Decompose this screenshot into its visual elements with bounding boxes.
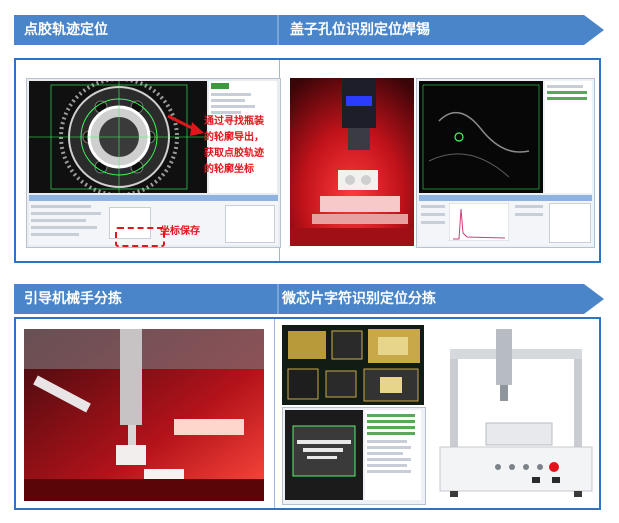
soldering-station-image bbox=[290, 78, 414, 246]
save-annotation: 坐标保存 bbox=[160, 226, 200, 237]
hole-detection-image bbox=[419, 81, 543, 193]
histogram-chart bbox=[449, 203, 509, 241]
contour-annotation-line1: 通过寻找瓶装 bbox=[204, 116, 264, 127]
lid-hole-software-screenshot bbox=[416, 78, 595, 248]
annotation-arrow-icon bbox=[167, 114, 204, 136]
bottom-panel bbox=[14, 317, 601, 510]
robot-arm-image bbox=[24, 329, 264, 501]
coordinate-save-highlight bbox=[115, 227, 165, 247]
banner-dispensing-trajectory: 点胶轨迹定位 盖子孔位识别定位焊锡 bbox=[14, 15, 604, 45]
ocr-results-list bbox=[365, 410, 421, 500]
hole-form-area bbox=[419, 195, 592, 245]
contour-annotation-line3: 获取点胶轨迹 bbox=[204, 148, 264, 159]
banner-title-left: 点胶轨迹定位 bbox=[24, 22, 108, 38]
robot-arm-photo bbox=[24, 329, 264, 501]
top-panel: 通过寻找瓶装 的轮廓导出， 获取点胶轨迹 的轮廓坐标 坐标保存 bbox=[14, 58, 601, 263]
contour-annotation-line2: 的轮廓导出， bbox=[204, 132, 264, 143]
contour-annotation: 通过寻找瓶装 的轮廓导出， 获取点胶轨迹 的轮廓坐标 bbox=[204, 114, 284, 178]
hole-camera-view bbox=[419, 81, 543, 193]
gantry-machine-photo bbox=[436, 327, 596, 505]
chip-grid-image bbox=[282, 325, 424, 405]
chip-ocr-software-screenshot bbox=[282, 407, 426, 505]
gantry-machine-image bbox=[439, 329, 593, 497]
panel-divider bbox=[274, 319, 275, 508]
chip-ocr-image bbox=[285, 410, 363, 500]
banner-title-left: 引导机械手分拣 bbox=[24, 291, 122, 307]
banner-title-right: 盖子孔位识别定位焊锡 bbox=[290, 22, 430, 38]
chip-samples-photo bbox=[282, 325, 424, 405]
lid-hole-photo bbox=[290, 78, 414, 246]
banner-title-right: 微芯片字符识别定位分拣 bbox=[282, 291, 436, 307]
ocr-camera-view bbox=[285, 410, 363, 500]
contour-annotation-line4: 的轮廓坐标 bbox=[204, 164, 254, 175]
hole-side-panel bbox=[545, 81, 592, 193]
banner-robot-sorting: 引导机械手分拣 微芯片字符识别定位分拣 bbox=[14, 284, 604, 314]
